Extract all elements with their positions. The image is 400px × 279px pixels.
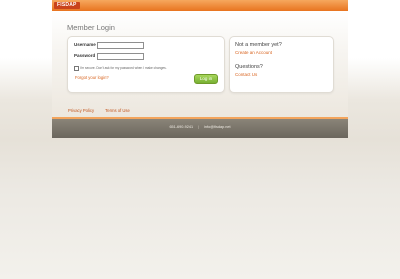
password-label: Password [74,53,96,58]
contact-us-link[interactable]: Contact Us [235,72,257,77]
login-panel: Username Password I'm secure. Don't ask … [67,36,225,93]
top-bar: FISDAP [52,0,348,11]
create-account-link[interactable]: Create an Account [235,50,272,55]
footer-separator: | [198,125,200,129]
remember-label: I'm secure. Don't ask for my password wh… [80,65,167,70]
not-member-heading: Not a member yet? [235,42,282,48]
page-frame: FISDAP Member Login Username Password I'… [52,0,348,138]
remember-checkbox[interactable] [74,66,79,71]
privacy-policy-link[interactable]: Privacy Policy [68,108,94,113]
username-label: Username [74,42,96,47]
footer-bar: 651-690-9241 | info@fisdap.net [52,119,348,138]
footer-contact: 651-690-9241 | info@fisdap.net [52,125,348,129]
password-input[interactable] [97,53,144,60]
username-input[interactable] [97,42,144,49]
login-button[interactable]: Log in [194,74,218,84]
footer-phone: 651-690-9241 [169,125,194,129]
footer-email[interactable]: info@fisdap.net [204,125,230,129]
questions-heading: Questions? [235,64,263,70]
terms-of-use-link[interactable]: Terms of Use [105,108,130,113]
forgot-login-link[interactable]: Forgot your login? [75,75,109,80]
signup-panel: Not a member yet? Create an Account Ques… [229,36,334,93]
footer-links: Privacy Policy Terms of Use [68,108,140,113]
fisdap-logo[interactable]: FISDAP [54,2,80,9]
page-title: Member Login [67,23,115,32]
